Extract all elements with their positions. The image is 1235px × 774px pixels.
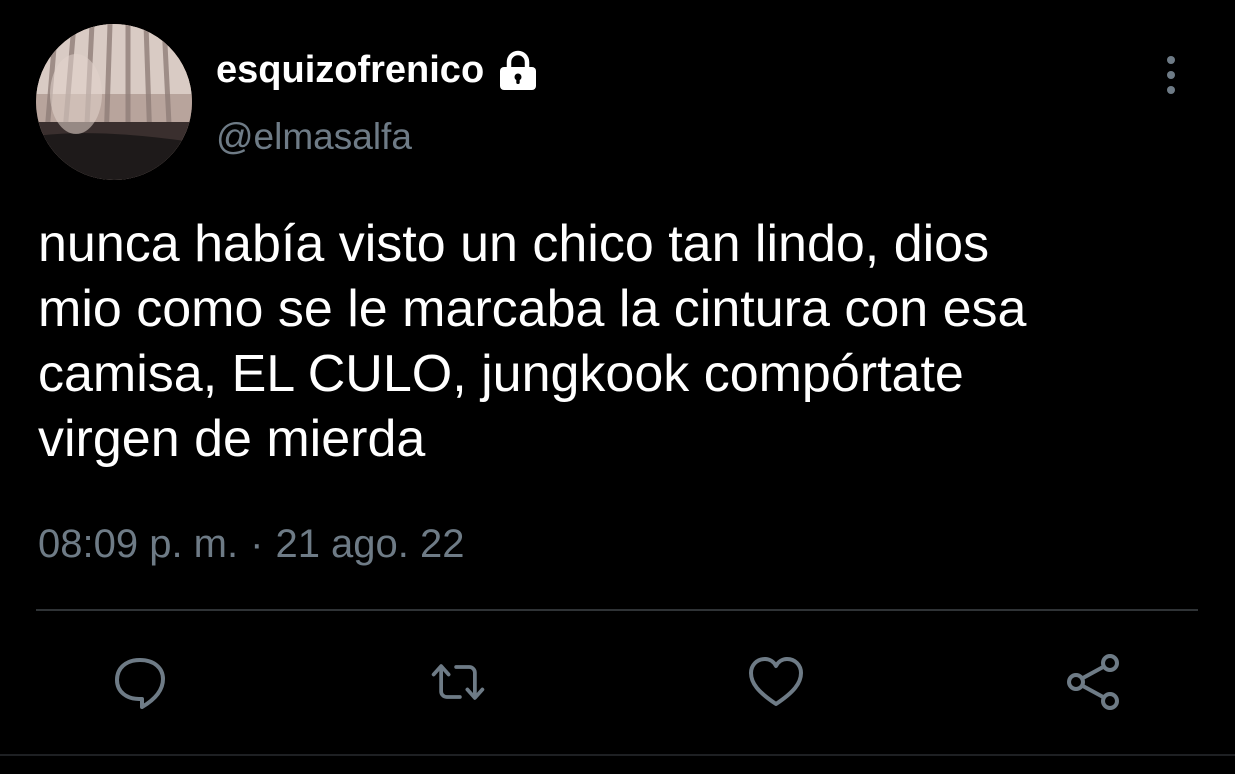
- retweet-button[interactable]: [428, 652, 488, 712]
- tweet-meta: 08:09 p. m. · 21 ago. 22: [38, 522, 465, 567]
- bottom-divider: [0, 754, 1235, 756]
- lock-icon: [496, 48, 540, 92]
- handle[interactable]: @elmasalfa: [216, 116, 412, 158]
- divider: [36, 609, 1198, 611]
- heart-icon: [749, 657, 803, 706]
- retweet-icon: [431, 664, 485, 700]
- display-name[interactable]: esquizofrenico: [216, 49, 484, 92]
- tweet-date[interactable]: 21 ago. 22: [275, 522, 464, 567]
- share-icon: [1067, 654, 1119, 710]
- like-button[interactable]: [746, 652, 806, 712]
- reply-button[interactable]: [110, 652, 170, 712]
- tweet: esquizofrenico @elmasalfa nunca había vi…: [0, 0, 1235, 774]
- tweet-text: nunca había visto un chico tan lindo, di…: [38, 215, 1027, 468]
- share-button[interactable]: [1064, 652, 1124, 712]
- meta-separator: ·: [250, 522, 264, 566]
- reply-icon: [115, 658, 165, 709]
- more-vertical-icon[interactable]: [1156, 54, 1186, 96]
- avatar[interactable]: [36, 24, 192, 180]
- display-name-row: esquizofrenico: [216, 44, 540, 96]
- avatar-photo: [36, 24, 192, 180]
- tweet-time[interactable]: 08:09 p. m.: [38, 522, 238, 567]
